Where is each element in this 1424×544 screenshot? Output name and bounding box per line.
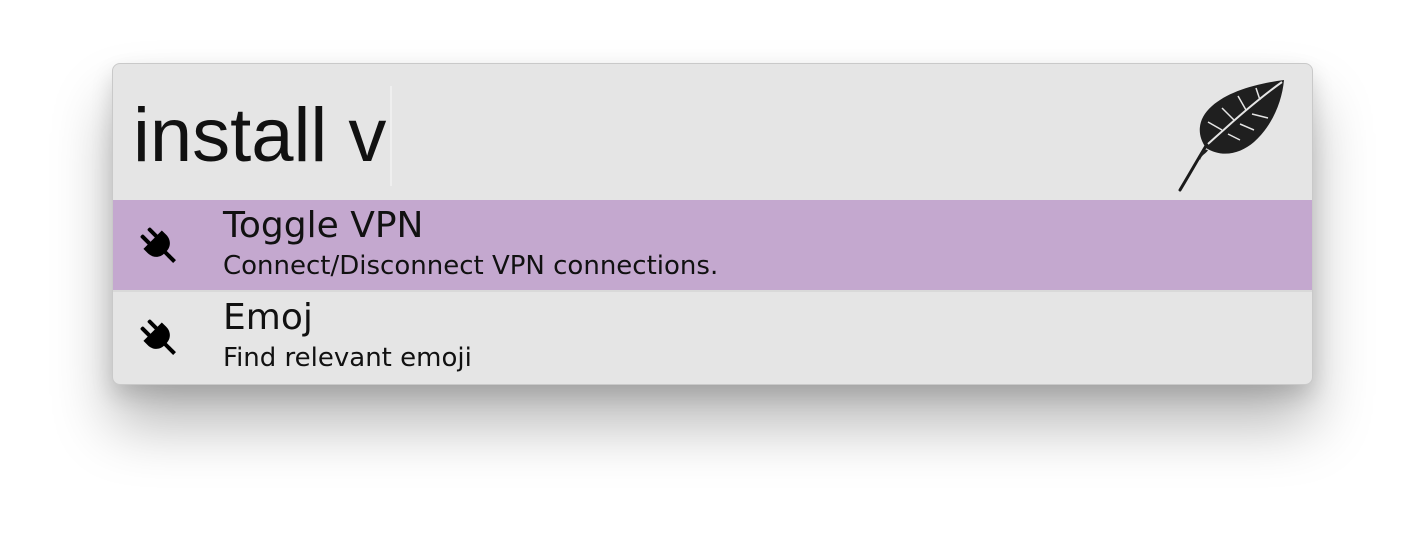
result-subtitle: Find relevant emoji — [223, 343, 472, 373]
feather-icon — [1178, 80, 1284, 192]
plug-icon — [140, 227, 176, 263]
launcher-window: install v Toggle VPN Connect/Disconnect … — [112, 63, 1313, 385]
search-input[interactable]: install v — [133, 86, 386, 186]
search-area: install v — [113, 64, 1312, 200]
result-item-toggle-vpn[interactable]: Toggle VPN Connect/Disconnect VPN connec… — [113, 200, 1312, 292]
result-title: Emoj — [223, 297, 313, 338]
text-cursor — [390, 86, 392, 186]
plug-icon — [140, 319, 176, 355]
result-subtitle: Connect/Disconnect VPN connections. — [223, 251, 719, 281]
result-title: Toggle VPN — [223, 205, 424, 246]
result-item-emoj[interactable]: Emoj Find relevant emoji — [113, 292, 1312, 384]
results-list: Toggle VPN Connect/Disconnect VPN connec… — [113, 200, 1312, 384]
